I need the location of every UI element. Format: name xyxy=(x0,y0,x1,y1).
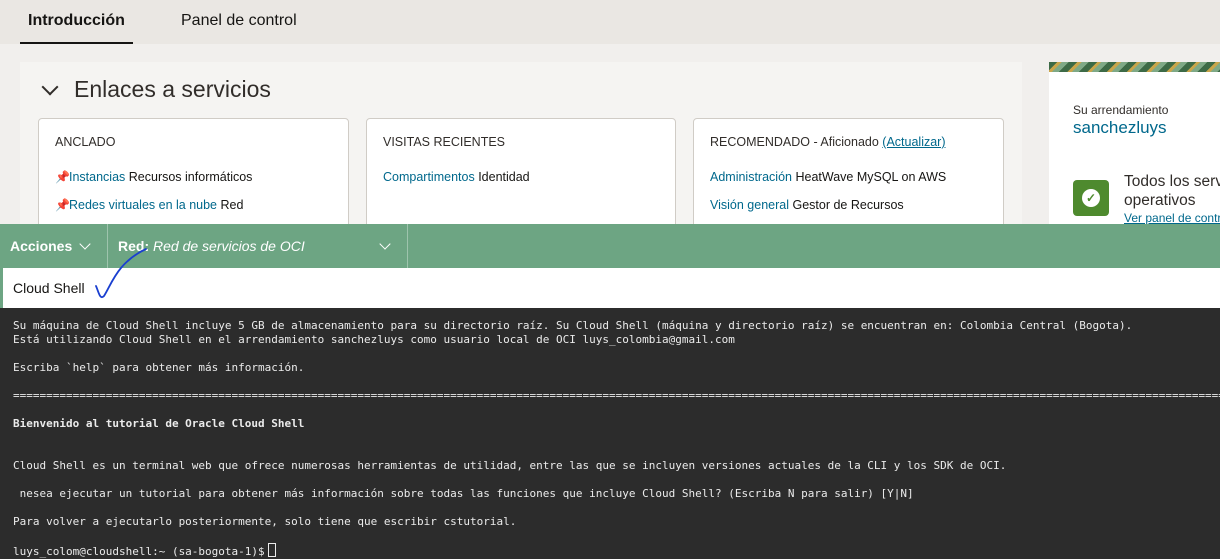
service-link[interactable]: Compartimentos xyxy=(383,170,475,184)
list-item[interactable]: Compartimentos Identidad xyxy=(383,170,530,184)
tenancy-name[interactable]: sanchezluys xyxy=(1073,118,1167,138)
chevron-down-icon[interactable] xyxy=(379,238,391,250)
service-link[interactable]: Visión general xyxy=(710,198,789,212)
card-header-text: RECOMENDADO - Aficionado xyxy=(710,135,879,149)
toolbar-divider xyxy=(407,224,408,268)
dashboard-link[interactable]: Ver panel de contr xyxy=(1124,211,1220,225)
card-header: RECOMENDADO - Aficionado (Actualizar) xyxy=(710,135,946,149)
card-header: ANCLADO xyxy=(55,135,116,149)
chevron-down-icon[interactable] xyxy=(41,78,59,95)
service-category: Identidad xyxy=(478,170,530,184)
network-value: Red de servicios de OCI xyxy=(153,238,305,254)
prompt-text: luys_colom@cloudshell:~ (sa-bogota-1)$ xyxy=(13,545,265,558)
tab-bar: Introducción Panel de control xyxy=(0,0,1220,44)
section-title: Enlaces a servicios xyxy=(74,76,271,102)
list-item[interactable]: 📌Redes virtuales en la nube Red xyxy=(55,198,243,212)
list-item[interactable]: 📌Instancias Recursos informáticos xyxy=(55,170,252,184)
cloud-shell-header: Cloud Shell xyxy=(0,268,1220,308)
tab-introduccion[interactable]: Introducción xyxy=(20,0,133,44)
service-category: HeatWave MySQL on AWS xyxy=(795,170,947,184)
service-links-panel: Enlaces a servicios ANCLADO 📌Instancias … xyxy=(20,62,1022,238)
list-item[interactable]: Administración HeatWave MySQL on AWS xyxy=(710,170,946,184)
terminal-line: Para volver a ejecutarlo posteriormente,… xyxy=(13,515,517,528)
status-text: Todos los serv operativos xyxy=(1124,172,1220,210)
card-pinned: ANCLADO 📌Instancias Recursos informático… xyxy=(38,118,349,238)
service-category: Gestor de Recursos xyxy=(792,198,904,212)
cloud-shell-title: Cloud Shell xyxy=(13,280,85,296)
service-category: Recursos informáticos xyxy=(128,170,253,184)
network-label: Red: xyxy=(118,238,150,254)
terminal-line: Bienvenido al tutorial de Oracle Cloud S… xyxy=(13,417,305,430)
tab-panel-de-control[interactable]: Panel de control xyxy=(181,0,297,44)
card-recent: VISITAS RECIENTES Compartimentos Identid… xyxy=(366,118,676,238)
tenancy-label: Su arrendamiento xyxy=(1073,103,1169,117)
cloud-shell-toolbar: Acciones Red: Red de servicios de OCI xyxy=(0,224,1220,268)
update-link[interactable]: (Actualizar) xyxy=(882,135,945,149)
cursor-icon xyxy=(267,543,276,557)
decorative-banner xyxy=(1049,62,1220,72)
terminal-line: Su máquina de Cloud Shell incluye 5 GB d… xyxy=(13,319,1133,332)
status-text-line: Todos los serv xyxy=(1124,173,1220,190)
card-header: VISITAS RECIENTES xyxy=(383,135,506,149)
terminal-line: Está utilizando Cloud Shell en el arrend… xyxy=(13,333,735,346)
chevron-down-icon[interactable] xyxy=(79,238,91,250)
network-selector[interactable]: Red: Red de servicios de OCI xyxy=(118,238,305,254)
service-link[interactable]: Instancias xyxy=(69,170,125,184)
status-text-line: operativos xyxy=(1124,192,1196,209)
terminal-output[interactable]: Su máquina de Cloud Shell incluye 5 GB d… xyxy=(0,308,1220,559)
card-recommended: RECOMENDADO - Aficionado (Actualizar) Ad… xyxy=(693,118,1004,238)
service-link[interactable]: Redes virtuales en la nube xyxy=(69,198,217,212)
terminal-line: Escriba `help` para obtener más informac… xyxy=(13,361,305,374)
service-category: Red xyxy=(220,198,244,212)
terminal-line: ========================================… xyxy=(13,389,1220,402)
toolbar-divider xyxy=(107,224,108,268)
tenancy-panel: Su arrendamiento sanchezluys ✓ Todos los… xyxy=(1049,62,1220,232)
service-link[interactable]: Administración xyxy=(710,170,792,184)
section-header[interactable]: Enlaces a servicios xyxy=(40,76,271,103)
terminal-line: nesea ejecutar un tutorial para obtener … xyxy=(13,487,914,500)
actions-menu-label[interactable]: Acciones xyxy=(10,238,72,254)
terminal-prompt[interactable]: luys_colom@cloudshell:~ (sa-bogota-1)$ xyxy=(13,543,276,558)
terminal-line: Cloud Shell es un terminal web que ofrec… xyxy=(13,459,1007,472)
pin-icon[interactable]: 📌 xyxy=(55,170,70,184)
check-circle-icon: ✓ xyxy=(1073,180,1109,216)
list-item[interactable]: Visión general Gestor de Recursos xyxy=(710,198,904,212)
pin-icon[interactable]: 📌 xyxy=(55,198,70,212)
